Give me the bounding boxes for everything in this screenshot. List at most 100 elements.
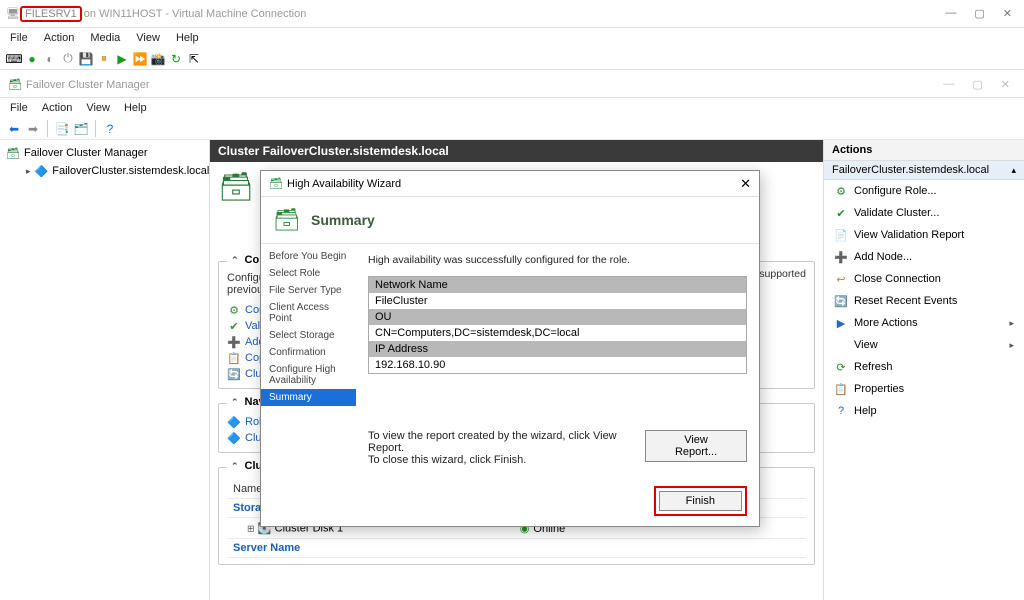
- action-reset-recent-events[interactable]: 🔄 Reset Recent Events: [824, 290, 1024, 312]
- app-max-icon[interactable]: ▢: [972, 78, 982, 91]
- action-configure-role[interactable]: ⚙ Configure Role...: [824, 180, 1024, 202]
- action-validate-cluster[interactable]: ✔Validate Cluster...: [824, 202, 1024, 224]
- tb-up-icon[interactable]: 📑: [54, 121, 70, 137]
- vm-menu-action[interactable]: Action: [44, 32, 75, 44]
- action-icon: ?: [834, 404, 848, 418]
- action-help[interactable]: ?Help: [824, 400, 1024, 422]
- wizard-success-msg: High availability was successfully confi…: [368, 254, 747, 266]
- action-icon: [834, 338, 848, 352]
- app-close-icon[interactable]: ✕: [1001, 78, 1010, 91]
- wizard-close-icon[interactable]: ✕: [740, 176, 751, 192]
- app-menu-help[interactable]: Help: [124, 102, 147, 114]
- action-icon: ▶: [834, 316, 848, 330]
- vm-menu-help[interactable]: Help: [176, 32, 199, 44]
- action-more-actions[interactable]: ▶More Actions▸: [824, 312, 1024, 334]
- action-close-connection[interactable]: ↩Close Connection: [824, 268, 1024, 290]
- vm-close-icon[interactable]: ✕: [1003, 7, 1012, 20]
- action-view[interactable]: View▸: [824, 334, 1024, 356]
- step-cap[interactable]: Client Access Point: [261, 299, 356, 327]
- app-icon: 🗃: [8, 78, 22, 92]
- detail-ip-head: IP Address: [369, 341, 746, 357]
- tree-cluster-node[interactable]: ▸ 🔷 FailoverCluster.sistemdesk.local: [2, 162, 207, 180]
- action-label: Add Node...: [854, 251, 912, 263]
- tb-enhanced-icon[interactable]: ↻: [168, 51, 184, 67]
- action-icon: ⚙: [834, 184, 848, 198]
- action-icon: 📄: [834, 228, 848, 242]
- actions-head: Actions: [824, 140, 1024, 161]
- nav-tree: 🗃 Failover Cluster Manager ▸ 🔷 FailoverC…: [0, 140, 210, 600]
- action-properties[interactable]: 📋 Properties: [824, 378, 1024, 400]
- vm-menu-file[interactable]: File: [10, 32, 28, 44]
- step-role[interactable]: Select Role: [261, 265, 356, 282]
- vm-toolbar: ⌨ ● ◐ ⏻ 💾 ⏸ ▶ ⏩ 📸 ↻ ⇱: [0, 48, 1024, 70]
- app-min-icon[interactable]: —: [943, 78, 954, 91]
- action-label: Validate Cluster...: [854, 207, 939, 219]
- action-icon: 📋: [834, 382, 848, 396]
- tree-root[interactable]: 🗃 Failover Cluster Manager: [2, 144, 207, 162]
- vm-max-icon[interactable]: ▢: [974, 7, 984, 20]
- vm-title-text: on WIN11HOST - Virtual Machine Connectio…: [84, 8, 307, 20]
- step-summary[interactable]: Summary: [261, 389, 356, 406]
- step-before[interactable]: Before You Begin: [261, 248, 356, 265]
- nav-fwd-icon[interactable]: ➡: [25, 121, 41, 137]
- chevron-up-icon: ▴: [1011, 165, 1016, 176]
- step-storage[interactable]: Select Storage: [261, 327, 356, 344]
- collapse-icon[interactable]: ⌃: [231, 255, 239, 266]
- tb-props-icon[interactable]: 🗂: [73, 121, 89, 137]
- app-titlebar: 🗃 Failover Cluster Manager — ▢ ✕: [0, 72, 1024, 98]
- app-menu-file[interactable]: File: [10, 102, 28, 114]
- roles-icon: 🔷: [227, 415, 241, 429]
- step-confirm[interactable]: Confirmation: [261, 344, 356, 361]
- actions-context[interactable]: FailoverCluster.sistemdesk.local ▴: [824, 161, 1024, 180]
- view-report-button[interactable]: View Report...: [645, 430, 747, 462]
- supported-text: r supported: [753, 268, 806, 280]
- app-menu-view[interactable]: View: [86, 102, 110, 114]
- vm-min-icon[interactable]: —: [945, 7, 956, 20]
- configure-head: Co: [245, 254, 260, 266]
- tb-help-icon[interactable]: ?: [102, 121, 118, 137]
- row-server-head[interactable]: Server Name: [227, 539, 806, 558]
- check-icon: ✔: [227, 319, 241, 333]
- action-label: Properties: [854, 383, 904, 395]
- app-toolbar: ⬅ ➡ 📑 🗂 ?: [0, 118, 1024, 140]
- app-menu-action[interactable]: Action: [42, 102, 73, 114]
- collapse-icon-3[interactable]: ⌃: [231, 461, 239, 472]
- vm-menu-view[interactable]: View: [136, 32, 160, 44]
- tb-save-icon[interactable]: 💾: [78, 51, 94, 67]
- action-label: Configure Role...: [854, 185, 937, 197]
- action-label: Reset Recent Events: [854, 295, 957, 307]
- wizard-steps: Before You Begin Select Role File Server…: [261, 244, 356, 476]
- tb-shutdown-icon[interactable]: ⏻: [60, 51, 76, 67]
- tb-ctrl-alt-del-icon[interactable]: ⌨: [6, 51, 22, 67]
- collapse-icon-2[interactable]: ⌃: [231, 397, 239, 408]
- vm-menu-media[interactable]: Media: [90, 32, 120, 44]
- finish-button[interactable]: Finish: [659, 491, 742, 511]
- tb-revert-icon[interactable]: 📸: [150, 51, 166, 67]
- action-view-validation-report[interactable]: 📄View Validation Report: [824, 224, 1024, 246]
- tb-reset-icon[interactable]: ▶: [114, 51, 130, 67]
- tb-share-icon[interactable]: ⇱: [186, 51, 202, 67]
- action-refresh[interactable]: ⟳Refresh: [824, 356, 1024, 378]
- actions-pane: Actions FailoverCluster.sistemdesk.local…: [824, 140, 1024, 600]
- action-label: View: [854, 339, 878, 351]
- detail-ou-val: CN=Computers,DC=sistemdesk,DC=local: [369, 325, 746, 341]
- action-icon: 🔄: [834, 294, 848, 308]
- detail-ou-head: OU: [369, 309, 746, 325]
- nav-back-icon[interactable]: ⬅: [6, 121, 22, 137]
- vm-host-highlight: FILESRV1: [20, 6, 82, 22]
- finish-highlight: Finish: [654, 486, 747, 516]
- tb-checkpoint-icon[interactable]: ⏩: [132, 51, 148, 67]
- cluster-manager-icon: 🗃: [6, 146, 20, 160]
- expand-icon[interactable]: ▸: [26, 166, 31, 177]
- step-configure[interactable]: Configure High Availability: [261, 361, 356, 389]
- action-label: Close Connection: [854, 273, 941, 285]
- tb-turnoff-icon[interactable]: ◐: [42, 51, 58, 67]
- tb-pause-icon[interactable]: ⏸: [96, 51, 112, 67]
- tb-start-icon[interactable]: ●: [24, 51, 40, 67]
- detail-netname-head: Network Name: [369, 277, 746, 293]
- app-menubar: File Action View Help: [0, 98, 1024, 118]
- vm-menubar: File Action Media View Help: [0, 28, 1024, 48]
- events-icon: 🔷: [227, 431, 241, 445]
- step-fstype[interactable]: File Server Type: [261, 282, 356, 299]
- action-add-node[interactable]: ➕Add Node...: [824, 246, 1024, 268]
